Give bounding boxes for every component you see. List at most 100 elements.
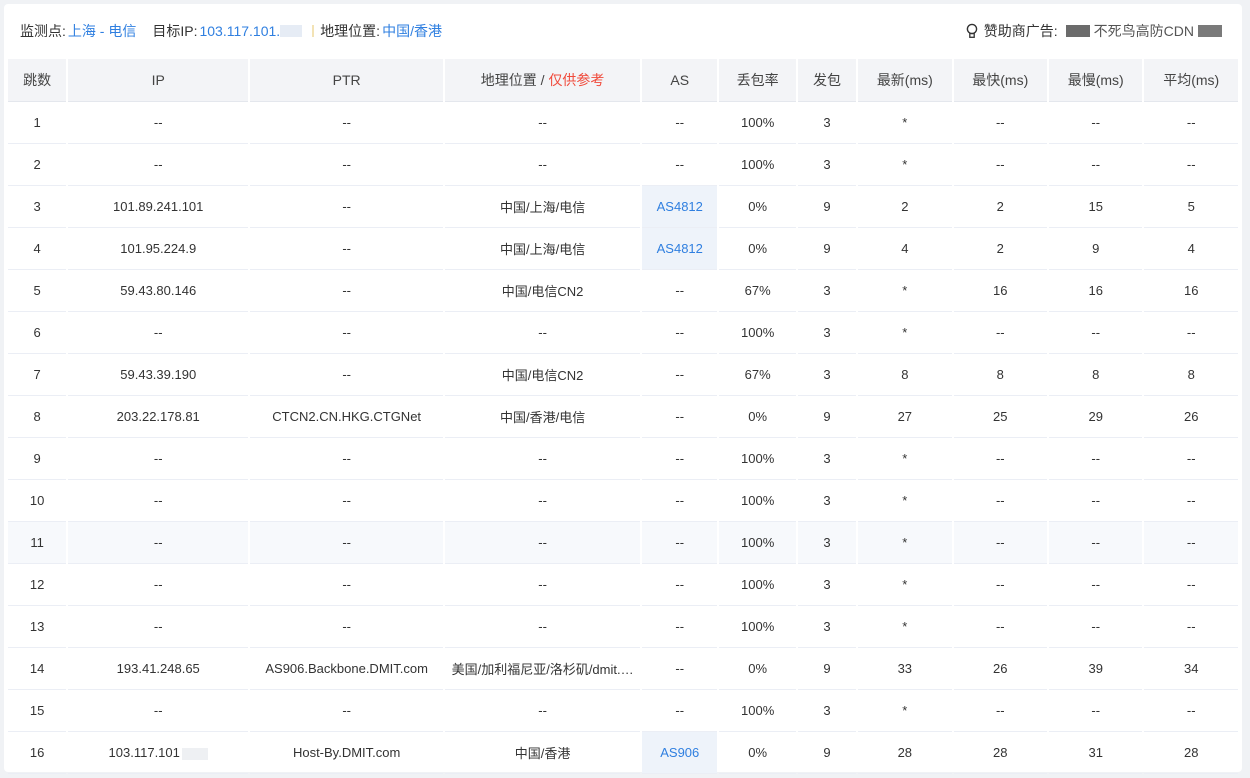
cell-as: -- [642,354,718,396]
cell-hop: 1 [8,102,67,144]
cell-as: -- [642,564,718,606]
monitor-value[interactable]: 上海 - 电信 [68,21,136,41]
table-row: 1 -- -- -- -- 100% 3 * -- -- -- [8,102,1238,144]
cell-worst: 16 [1049,270,1143,312]
cell-sent: 3 [797,564,857,606]
cell-sent: 3 [797,438,857,480]
cell-geo: -- [445,522,641,564]
cell-ip: -- [68,144,249,186]
cell-last: 28 [858,732,952,774]
table-row: 5 59.43.80.146 -- 中国/电信CN2 -- 67% 3 * 16 16 16 [8,270,1238,312]
cell-geo: 中国/上海/电信 [445,228,641,270]
cell-ptr: -- [250,270,444,312]
cell-hop: 13 [8,606,67,648]
cell-avg: 28 [1144,732,1238,774]
cell-as: -- [642,690,718,732]
cell-ptr: -- [250,690,444,732]
cell-ip: 101.95.224.9 [68,228,249,270]
cell-ip: -- [68,312,249,354]
cell-loss: 0% [719,732,796,774]
cell-avg: -- [1144,144,1238,186]
cell-hop: 2 [8,144,67,186]
cell-last: * [858,312,952,354]
cell-sent: 3 [797,102,857,144]
table-row: 3 101.89.241.101 -- 中国/上海/电信 AS4812 0% 9 2 2 15 5 [8,186,1238,228]
cell-as[interactable]: AS906 [642,732,718,774]
traceroute-table: 跳数 IP PTR 地理位置 / 仅供参考 AS 丢包率 发包 最新(ms) 最… [6,59,1240,774]
cell-best: 26 [953,648,1047,690]
cell-geo: -- [445,606,641,648]
cell-worst: -- [1049,690,1143,732]
cell-geo: 中国/上海/电信 [445,186,641,228]
sponsor-text[interactable]: 不死鸟高防CDN [1094,21,1194,41]
cell-worst: -- [1049,102,1143,144]
cell-ptr: -- [250,480,444,522]
cell-sent: 3 [797,312,857,354]
cell-sent: 9 [797,228,857,270]
cell-sent: 3 [797,606,857,648]
cell-as[interactable]: AS4812 [642,228,718,270]
col-avg: 平均(ms) [1144,59,1238,102]
cell-avg: -- [1144,564,1238,606]
table-row: 10 -- -- -- -- 100% 3 * -- -- -- [8,480,1238,522]
cell-last: * [858,480,952,522]
cell-loss: 100% [719,522,796,564]
geo-label: 地理位置: [320,23,381,39]
cell-worst: -- [1049,522,1143,564]
cell-worst: 15 [1049,186,1143,228]
cell-ptr: -- [250,228,444,270]
cell-worst: 31 [1049,732,1143,774]
cell-hop: 6 [8,312,67,354]
cell-worst: -- [1049,606,1143,648]
target-label: 目标IP: [152,23,198,39]
cell-sent: 3 [797,480,857,522]
cell-last: * [858,438,952,480]
cell-as[interactable]: AS4812 [642,186,718,228]
cell-worst: 29 [1049,396,1143,438]
cell-as: -- [642,606,718,648]
cell-hop: 4 [8,228,67,270]
table-row: 14 193.41.248.65 AS906.Backbone.DMIT.com 美国… [8,648,1238,690]
table-row: 16 103.117.101 Host-By.DMIT.com 中国/香港 AS906 0… [8,732,1238,774]
cell-geo: 中国/香港/电信 [445,396,641,438]
cell-avg: -- [1144,480,1238,522]
redacted-block [181,747,208,760]
cell-as: -- [642,648,718,690]
cell-geo: 中国/电信CN2 [445,354,641,396]
table-row: 15 -- -- -- -- 100% 3 * -- -- -- [8,690,1238,732]
target-ip: 目标IP: 103.117.101. [152,21,303,41]
cell-ip: -- [68,102,249,144]
cell-sent: 3 [797,690,857,732]
cell-ip: -- [68,480,249,522]
cell-hop: 9 [8,438,67,480]
cell-as: -- [642,270,718,312]
cell-ptr: -- [250,438,444,480]
cell-loss: 67% [719,270,796,312]
cell-best: -- [953,564,1047,606]
table-header-row: 跳数 IP PTR 地理位置 / 仅供参考 AS 丢包率 发包 最新(ms) 最… [8,59,1238,102]
cell-ptr: -- [250,606,444,648]
cell-avg: -- [1144,438,1238,480]
geo-value[interactable]: 中国/香港 [382,21,442,41]
cell-as: -- [642,480,718,522]
cell-sent: 3 [797,144,857,186]
cell-ptr: -- [250,144,444,186]
target-value[interactable]: 103.117.101. [199,23,280,39]
sponsor-ad[interactable]: 赞助商广告: 不死鸟高防CDN [966,4,1226,58]
cell-last: * [858,144,952,186]
col-last: 最新(ms) [858,59,952,102]
cell-hop: 8 [8,396,67,438]
cell-avg: -- [1144,606,1238,648]
col-worst: 最慢(ms) [1049,59,1143,102]
cell-last: * [858,270,952,312]
cell-hop: 7 [8,354,67,396]
col-sent: 发包 [797,59,857,102]
cell-as: -- [642,144,718,186]
lightbulb-icon [966,23,978,39]
cell-avg: -- [1144,102,1238,144]
table-row: 11 -- -- -- -- 100% 3 * -- -- -- [8,522,1238,564]
cell-loss: 100% [719,564,796,606]
cell-last: 8 [858,354,952,396]
cell-loss: 100% [719,102,796,144]
cell-sent: 9 [797,186,857,228]
